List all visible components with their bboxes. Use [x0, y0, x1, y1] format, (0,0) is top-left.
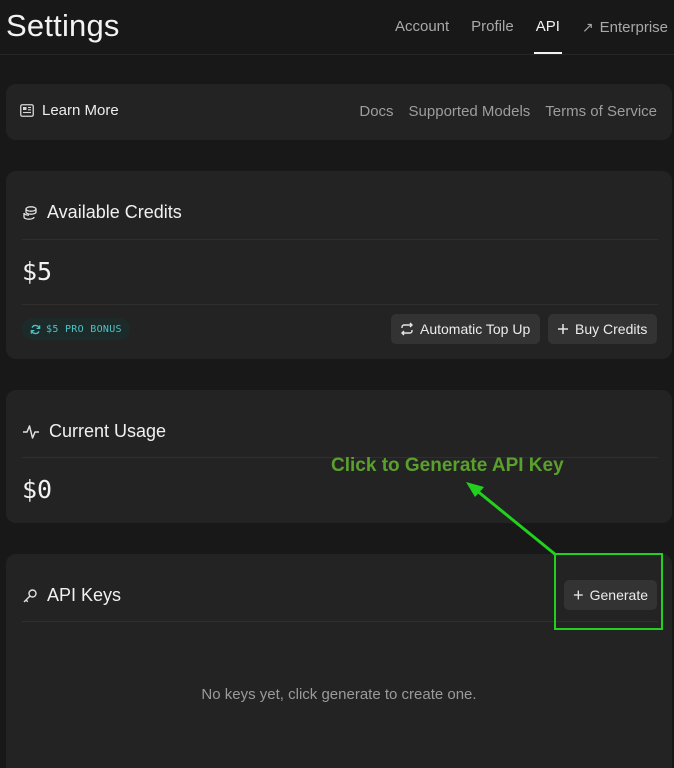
repeat-icon — [401, 322, 413, 336]
tab-enterprise[interactable]: ↗ Enterprise — [582, 0, 668, 54]
automatic-top-up-button[interactable]: Automatic Top Up — [391, 314, 540, 344]
annotation-highlight-box — [554, 553, 663, 630]
annotation-text: Click to Generate API Key — [331, 455, 564, 476]
pro-bonus-label: $5 PRO BONUS — [46, 323, 122, 335]
divider — [22, 304, 658, 305]
available-credits-card: Available Credits $5 $5 PRO BONUS Automa… — [6, 171, 672, 359]
current-usage-title: Current Usage — [49, 421, 167, 441]
terms-of-service-link[interactable]: Terms of Service — [545, 103, 657, 120]
page-title: Settings — [6, 8, 120, 43]
refresh-icon — [30, 324, 41, 334]
supported-models-link[interactable]: Supported Models — [409, 103, 531, 120]
pro-bonus-badge: $5 PRO BONUS — [22, 318, 130, 340]
available-credits-heading: Available Credits — [22, 202, 182, 223]
api-keys-title: API Keys — [47, 585, 122, 605]
tab-api[interactable]: API — [533, 0, 563, 54]
learn-more-label: Learn More — [42, 102, 119, 119]
external-link-icon: ↗ — [581, 19, 594, 35]
learn-more-links: Docs Supported Models Terms of Service — [344, 103, 657, 120]
settings-tabs: Account Profile API ↗ Enterprise — [373, 0, 668, 54]
usage-amount: $0 — [22, 475, 53, 504]
buy-credits-label: Buy Credits — [575, 321, 648, 337]
tab-profile[interactable]: Profile — [471, 0, 514, 54]
plus-icon — [558, 324, 568, 334]
newspaper-icon — [20, 104, 34, 117]
current-usage-heading: Current Usage — [22, 421, 166, 442]
credits-amount: $5 — [22, 257, 53, 286]
automatic-top-up-label: Automatic Top Up — [420, 321, 531, 337]
key-icon — [23, 588, 37, 602]
api-keys-heading: API Keys — [22, 585, 121, 606]
settings-header: Settings Account Profile API ↗ Enterprise — [0, 0, 674, 55]
empty-keys-message: No keys yet, click generate to create on… — [201, 686, 477, 703]
buy-credits-button[interactable]: Buy Credits — [548, 314, 657, 344]
divider — [22, 239, 658, 240]
tab-enterprise-label: Enterprise — [599, 19, 668, 36]
tab-account[interactable]: Account — [395, 0, 449, 54]
available-credits-title: Available Credits — [47, 202, 182, 222]
activity-icon — [23, 424, 39, 439]
learn-more[interactable]: Learn More — [20, 102, 119, 119]
learn-more-card: Learn More Docs Supported Models Terms o… — [6, 84, 672, 140]
docs-link[interactable]: Docs — [359, 103, 393, 120]
coins-icon — [23, 205, 37, 220]
